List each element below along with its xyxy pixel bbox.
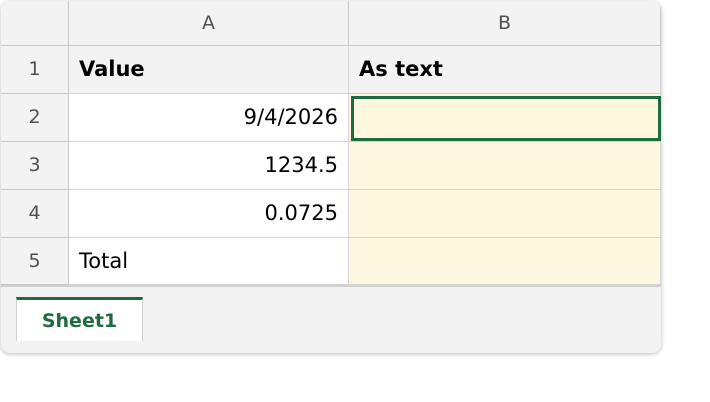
column-header-a[interactable]: A: [69, 1, 349, 46]
row-header-5[interactable]: 5: [1, 238, 69, 285]
cell-b5[interactable]: [349, 238, 661, 285]
cell-b2[interactable]: [349, 94, 661, 142]
row-header-4[interactable]: 4: [1, 190, 69, 238]
cell-b3[interactable]: [349, 142, 661, 190]
cell-b1[interactable]: As text: [349, 46, 661, 94]
cell-a1[interactable]: Value: [69, 46, 349, 94]
row-header-3[interactable]: 3: [1, 142, 69, 190]
row-header-2[interactable]: 2: [1, 94, 69, 142]
sheet-tab-sheet1[interactable]: Sheet1: [16, 297, 143, 341]
row-header-1[interactable]: 1: [1, 46, 69, 94]
cell-grid: A B 1 Value As text 2 9/4/2026 3 1234.5 …: [1, 1, 661, 285]
spreadsheet-window: A B 1 Value As text 2 9/4/2026 3 1234.5 …: [1, 1, 661, 353]
cell-a2[interactable]: 9/4/2026: [69, 94, 349, 142]
sheet-tab-bar: Sheet1: [1, 285, 661, 353]
cell-a3[interactable]: 1234.5: [69, 142, 349, 190]
column-header-b[interactable]: B: [349, 1, 661, 46]
cell-a5[interactable]: Total: [69, 238, 349, 285]
cell-b4[interactable]: [349, 190, 661, 238]
select-all-corner[interactable]: [1, 1, 69, 46]
cell-a4[interactable]: 0.0725: [69, 190, 349, 238]
